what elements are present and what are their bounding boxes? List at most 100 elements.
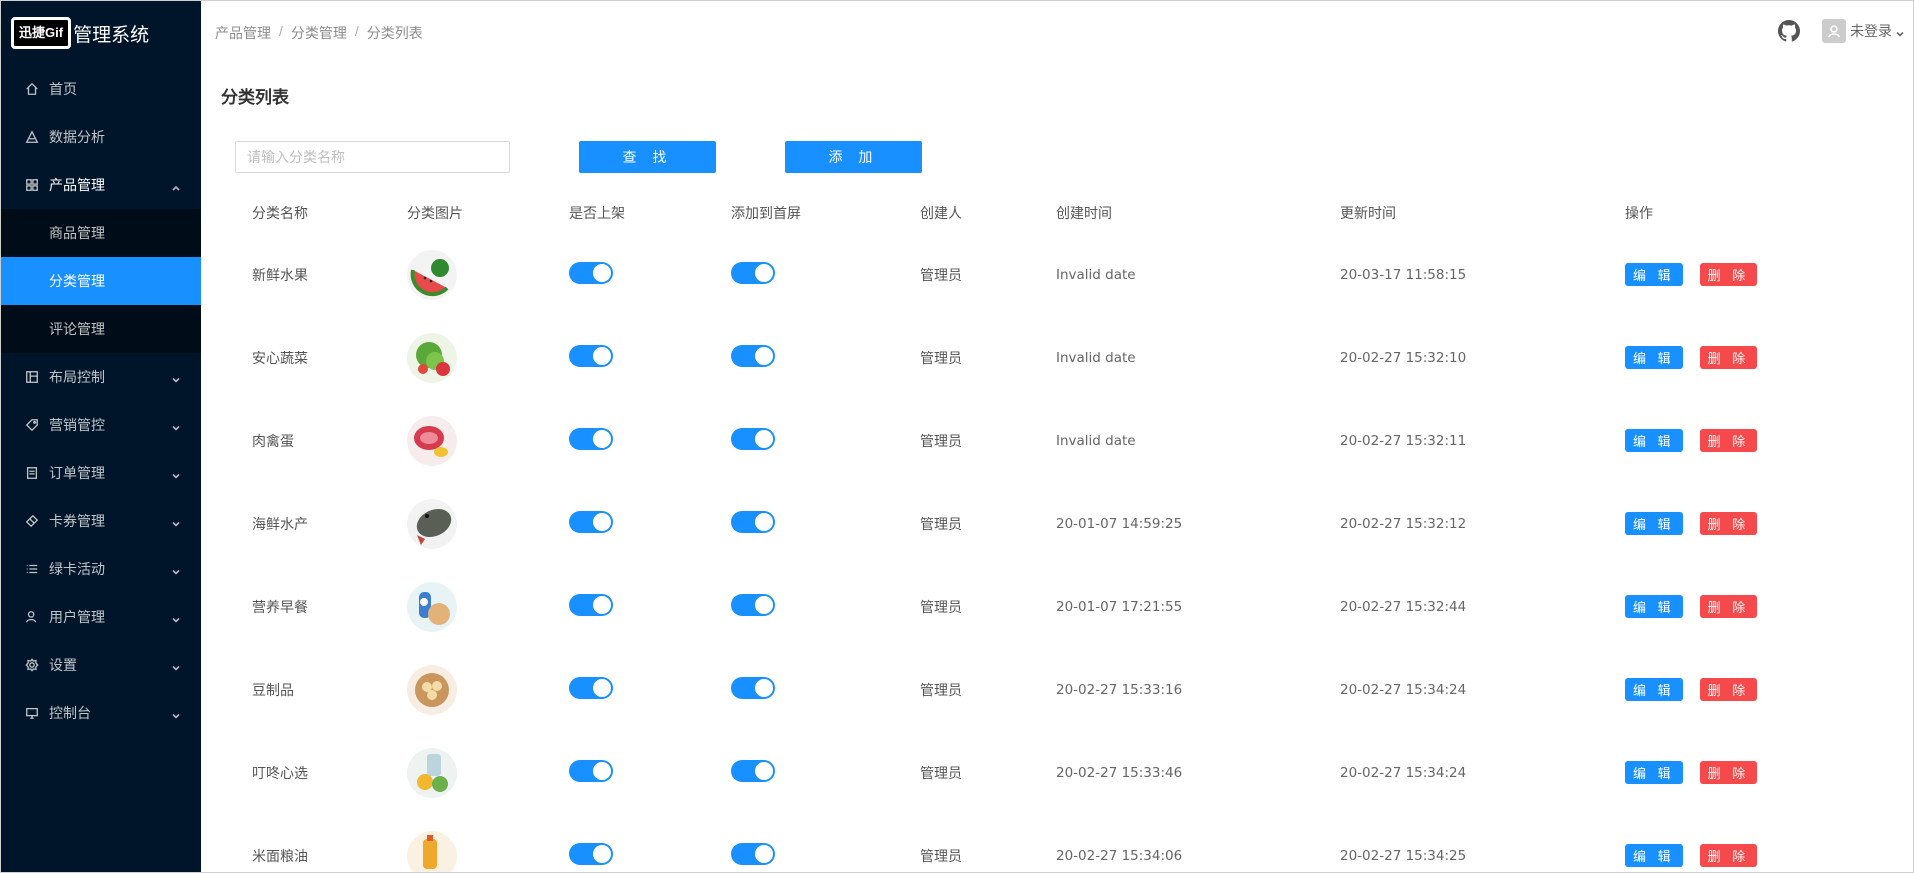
delete-button[interactable]: 删 除	[1699, 844, 1758, 867]
page-title: 分类列表	[221, 88, 289, 107]
sidebar-item-product[interactable]: 产品管理	[1, 161, 201, 209]
edit-button[interactable]: 编 辑	[1625, 346, 1683, 369]
edit-button[interactable]: 编 辑	[1625, 678, 1683, 701]
sidebar-item-label: 控制台	[49, 705, 91, 721]
table-row: 米面粮油 管理员 20-02-27 15:34:06 20-02-27 15:3…	[201, 814, 1913, 872]
edit-button[interactable]: 编 辑	[1625, 844, 1683, 867]
delete-button[interactable]: 删 除	[1699, 512, 1758, 535]
breadcrumb: 产品管理 / 分类管理 / 分类列表	[215, 23, 423, 43]
on-shelf-switch[interactable]	[569, 677, 613, 699]
category-name: 海鲜水产	[252, 515, 308, 532]
delete-button[interactable]: 删 除	[1699, 595, 1758, 618]
edit-button[interactable]: 编 辑	[1625, 263, 1683, 286]
creator: 管理员	[920, 598, 962, 615]
column-header: 创建时间	[1056, 205, 1112, 221]
appstore-icon	[25, 178, 39, 192]
chevron-up-icon	[171, 180, 181, 191]
breadcrumb-item[interactable]: 分类管理	[291, 23, 347, 43]
github-icon[interactable]	[1778, 20, 1800, 42]
delete-button[interactable]: 删 除	[1699, 761, 1758, 784]
sidebar-item-goods[interactable]: 商品管理	[1, 209, 201, 257]
category-image	[407, 415, 457, 466]
table-row: 叮咚心选 管理员 20-02-27 15:33:46 20-02-27 15:3…	[201, 731, 1913, 814]
brand-title: 管理系统	[73, 24, 150, 46]
table-row: 海鲜水产 管理员 20-01-07 14:59:25 20-02-27 15:3…	[201, 482, 1913, 565]
on-shelf-switch[interactable]	[569, 594, 613, 616]
home-screen-switch[interactable]	[731, 594, 775, 616]
on-shelf-switch[interactable]	[569, 843, 613, 865]
creator: 管理员	[920, 515, 962, 532]
delete-button[interactable]: 删 除	[1699, 263, 1758, 286]
breadcrumb-item-current: 分类列表	[366, 25, 423, 41]
delete-button[interactable]: 删 除	[1699, 678, 1758, 701]
sidebar-item-console[interactable]: 控制台	[1, 689, 201, 737]
chevron-down-icon	[171, 612, 181, 623]
on-shelf-switch[interactable]	[569, 428, 613, 450]
category-name: 豆制品	[252, 681, 294, 698]
category-image	[407, 581, 457, 632]
sidebar-submenu-product: 商品管理 分类管理 评论管理	[1, 209, 201, 353]
edit-button[interactable]: 编 辑	[1625, 595, 1683, 618]
created-time: 20-01-07 14:59:25	[1056, 515, 1183, 532]
category-image	[407, 747, 457, 798]
delete-button[interactable]: 删 除	[1699, 429, 1758, 452]
on-shelf-switch[interactable]	[569, 511, 613, 533]
sidebar-item-category[interactable]: 分类管理	[1, 257, 201, 305]
on-shelf-switch[interactable]	[569, 262, 613, 284]
home-screen-switch[interactable]	[731, 677, 775, 699]
home-screen-switch[interactable]	[731, 428, 775, 450]
brand-logo: 迅捷Gif	[11, 17, 72, 49]
on-shelf-switch[interactable]	[569, 345, 613, 367]
chevron-down-icon	[171, 372, 181, 383]
home-screen-switch[interactable]	[731, 511, 775, 533]
created-time: Invalid date	[1056, 266, 1136, 283]
creator: 管理员	[920, 847, 962, 864]
sidebar-item-label: 营销管控	[49, 417, 105, 433]
breadcrumb-item[interactable]: 产品管理	[215, 23, 271, 43]
table-row: 安心蔬菜 管理员 Invalid date 20-02-27 15:32:10 …	[201, 316, 1913, 399]
sidebar-item-label: 订单管理	[49, 465, 105, 481]
home-screen-switch[interactable]	[731, 345, 775, 367]
sidebar-item-users[interactable]: 用户管理	[1, 593, 201, 641]
layout-icon	[25, 370, 39, 384]
sidebar-item-settings[interactable]: 设置	[1, 641, 201, 689]
sidebar-item-orders[interactable]: 订单管理	[1, 449, 201, 497]
table-body: 新鲜水果 管理员 Invalid date 20-03-17 11:58:15 …	[201, 233, 1913, 872]
on-shelf-switch[interactable]	[569, 760, 613, 782]
created-time: 20-02-27 15:33:46	[1056, 764, 1183, 781]
column-header: 操作	[1625, 205, 1653, 221]
home-screen-switch[interactable]	[731, 760, 775, 782]
home-icon	[25, 82, 39, 96]
search-input[interactable]	[235, 141, 510, 173]
user-dropdown[interactable]: 未登录	[1822, 19, 1905, 43]
delete-button[interactable]: 删 除	[1699, 346, 1758, 369]
sidebar-item-label: 布局控制	[49, 369, 105, 385]
creator: 管理员	[920, 432, 962, 449]
category-table: 分类名称 分类图片 是否上架 添加到首屏 创建人 创建时间 更新时间 操作 新鲜…	[201, 193, 1913, 872]
edit-button[interactable]: 编 辑	[1625, 761, 1683, 784]
edit-button[interactable]: 编 辑	[1625, 429, 1683, 452]
sidebar-item-comments[interactable]: 评论管理	[1, 305, 201, 353]
chevron-down-icon	[171, 660, 181, 671]
created-time: Invalid date	[1056, 349, 1136, 366]
table-row: 营养早餐 管理员 20-01-07 17:21:55 20-02-27 15:3…	[201, 565, 1913, 648]
column-header: 创建人	[920, 205, 962, 221]
updated-time: 20-03-17 11:58:15	[1340, 266, 1467, 283]
home-screen-switch[interactable]	[731, 262, 775, 284]
sidebar-item-analytics[interactable]: 数据分析	[1, 113, 201, 161]
created-time: 20-02-27 15:34:06	[1056, 847, 1183, 864]
user-label: 未登录	[1850, 23, 1892, 39]
category-name: 新鲜水果	[252, 266, 308, 283]
sidebar-item-marketing[interactable]: 营销管控	[1, 401, 201, 449]
sidebar-item-label: 卡券管理	[49, 513, 105, 529]
add-button[interactable]: 添 加	[785, 141, 922, 173]
search-button[interactable]: 查 找	[579, 141, 716, 173]
home-screen-switch[interactable]	[731, 843, 775, 865]
chevron-down-icon	[1895, 26, 1905, 37]
edit-button[interactable]: 编 辑	[1625, 512, 1683, 535]
category-image	[407, 498, 457, 549]
sidebar-item-coupons[interactable]: 卡券管理	[1, 497, 201, 545]
sidebar-item-layout[interactable]: 布局控制	[1, 353, 201, 401]
sidebar-item-home[interactable]: 首页	[1, 65, 201, 113]
sidebar-item-greencard[interactable]: 绿卡活动	[1, 545, 201, 593]
